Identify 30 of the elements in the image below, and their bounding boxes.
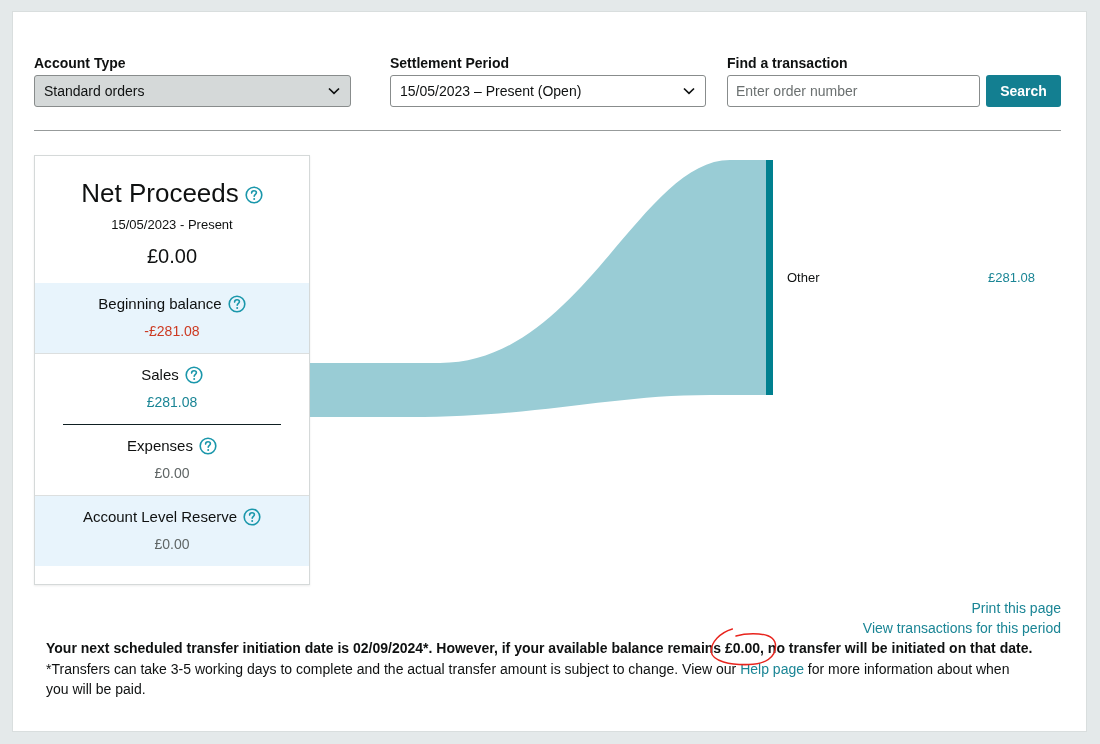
filter-label: Settlement Period xyxy=(390,54,511,72)
item-amount: £0.00 xyxy=(153,535,191,553)
filter-label: Account Type xyxy=(34,54,127,72)
flow-label: Other xyxy=(787,268,820,287)
page-link[interactable]: View transactions for this period xyxy=(862,618,1061,638)
page-link[interactable]: Print this page xyxy=(971,598,1061,618)
summary-title: Net Proceeds xyxy=(81,177,239,209)
flow-value: £281.08 xyxy=(988,268,1035,287)
filter-label: Find a transaction xyxy=(727,54,849,72)
help-icon[interactable] xyxy=(243,508,262,526)
help-icon[interactable] xyxy=(227,295,246,313)
total-amount: £0.00 xyxy=(145,244,199,269)
order-number-field[interactable]: Enter order number xyxy=(727,75,980,107)
chevron-down-icon xyxy=(683,87,695,95)
item-label: Beginning balance xyxy=(98,295,222,313)
item-amount: £281.08 xyxy=(145,393,199,411)
item-label: Sales xyxy=(141,366,179,384)
item-label: Expenses xyxy=(127,437,193,455)
help-page-link[interactable]: Help page xyxy=(740,660,804,677)
chevron-down-icon xyxy=(328,87,340,95)
help-icon[interactable] xyxy=(244,186,263,204)
item-amount: £0.00 xyxy=(153,464,191,482)
help-icon[interactable] xyxy=(184,366,203,384)
footnote-text: *Transfers can take 3-5 working days to complete and the actual transfer amount is subject to change. View our Help page for more information about when you will be paid. xyxy=(46,659,1011,699)
dropdown-select[interactable]: 15/05/2023 – Present (Open) xyxy=(390,75,706,107)
search-button[interactable]: Search xyxy=(986,75,1061,107)
item-label: Account Level Reserve xyxy=(82,508,238,526)
period-text: 15/05/2023 - Present xyxy=(110,216,234,234)
help-icon[interactable] xyxy=(198,437,217,455)
item-amount: -£281.08 xyxy=(143,322,201,340)
